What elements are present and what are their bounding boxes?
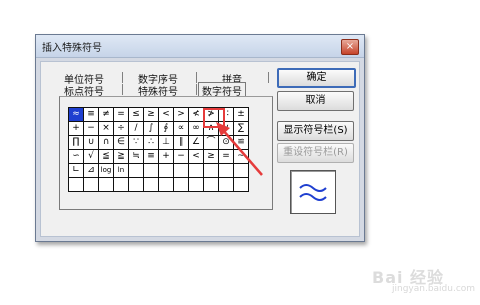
arrow-annotation-icon bbox=[216, 122, 263, 176]
watermark-url: jingyan.baidu.com bbox=[392, 284, 476, 294]
